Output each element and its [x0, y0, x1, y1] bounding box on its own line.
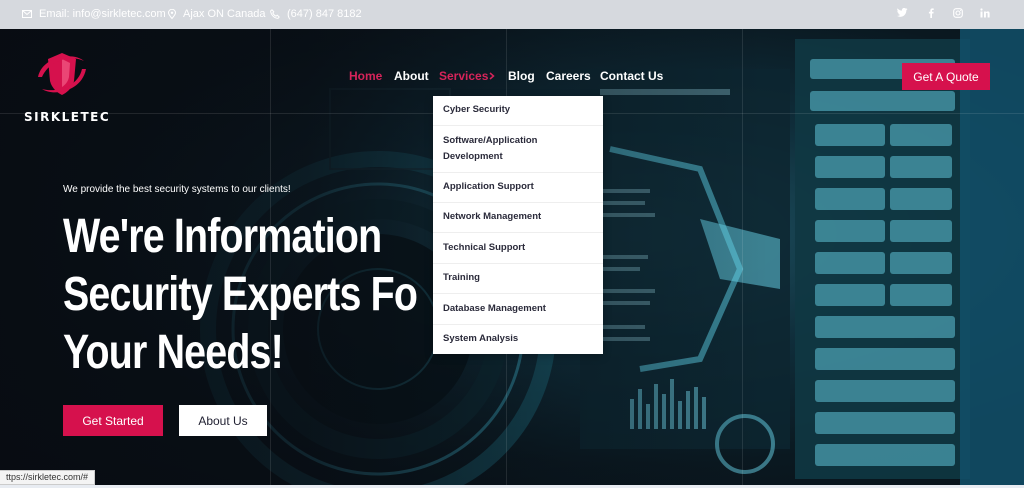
- divider: [433, 293, 603, 294]
- dropdown-item-technical-support[interactable]: Technical Support: [443, 240, 525, 256]
- about-us-button[interactable]: About Us: [179, 405, 267, 436]
- hero-headline: We're Information Security Experts Fo Yo…: [63, 208, 418, 382]
- envelope-icon: [22, 10, 32, 18]
- link-status-bar: ttps://sirkletec.com/#: [0, 470, 96, 485]
- hero-section: SIRKLETEC Home About Services Blog Caree…: [0, 29, 1024, 485]
- map-pin-icon: [168, 9, 176, 19]
- get-started-button[interactable]: Get Started: [63, 405, 163, 436]
- divider: [433, 324, 603, 325]
- email-text: Email: info@sirkletec.com: [39, 8, 166, 20]
- brand-logo[interactable]: SIRKLETEC: [24, 47, 109, 124]
- headline-line: Your Needs!: [63, 326, 284, 379]
- location-text: Ajax ON Canada: [183, 8, 266, 20]
- divider: [433, 172, 603, 173]
- divider: [433, 232, 603, 233]
- divider: [433, 263, 603, 264]
- divider: [433, 125, 603, 126]
- shield-logo-icon: [38, 53, 86, 95]
- dropdown-item-database-management[interactable]: Database Management: [443, 301, 546, 317]
- phone-icon: [270, 9, 280, 19]
- instagram-icon[interactable]: [953, 8, 963, 18]
- dropdown-item-cyber-security[interactable]: Cyber Security: [443, 102, 510, 118]
- top-contact-bar: Email: info@sirkletec.com Ajax ON Canada…: [0, 0, 1024, 29]
- get-a-quote-button[interactable]: Get A Quote: [902, 63, 990, 90]
- facebook-icon[interactable]: [928, 8, 934, 18]
- nav-item-home[interactable]: Home: [349, 69, 382, 83]
- linkedin-icon[interactable]: [980, 8, 990, 18]
- dropdown-item-network-management[interactable]: Network Management: [443, 209, 541, 225]
- email-contact[interactable]: Email: info@sirkletec.com: [22, 8, 166, 20]
- phone-contact[interactable]: (647) 847 8182: [270, 8, 362, 20]
- brand-name: SIRKLETEC: [24, 110, 111, 124]
- headline-line: We're Information: [63, 210, 382, 263]
- divider: [433, 202, 603, 203]
- nav-item-blog[interactable]: Blog: [508, 69, 535, 83]
- dropdown-item-software-development[interactable]: Software/Application Development: [443, 133, 553, 165]
- nav-item-about[interactable]: About: [394, 69, 429, 83]
- dropdown-item-application-support[interactable]: Application Support: [443, 179, 534, 195]
- nav-item-contact[interactable]: Contact Us: [600, 69, 663, 83]
- nav-item-services-label: Services: [439, 69, 489, 83]
- dropdown-item-training[interactable]: Training: [443, 270, 480, 286]
- location-contact: Ajax ON Canada: [168, 8, 266, 20]
- chevron-right-icon: [489, 72, 495, 80]
- nav-item-careers[interactable]: Careers: [546, 69, 591, 83]
- divider: [742, 29, 743, 485]
- services-dropdown-menu: Cyber Security Software/Application Deve…: [433, 96, 603, 354]
- dropdown-item-system-analysis[interactable]: System Analysis: [443, 331, 518, 347]
- twitter-icon[interactable]: [897, 8, 908, 17]
- headline-line: Security Experts Fo: [63, 268, 418, 321]
- hero-tagline: We provide the best security systems to …: [63, 184, 291, 195]
- nav-item-services[interactable]: Services: [439, 69, 488, 83]
- phone-text: (647) 847 8182: [287, 8, 362, 20]
